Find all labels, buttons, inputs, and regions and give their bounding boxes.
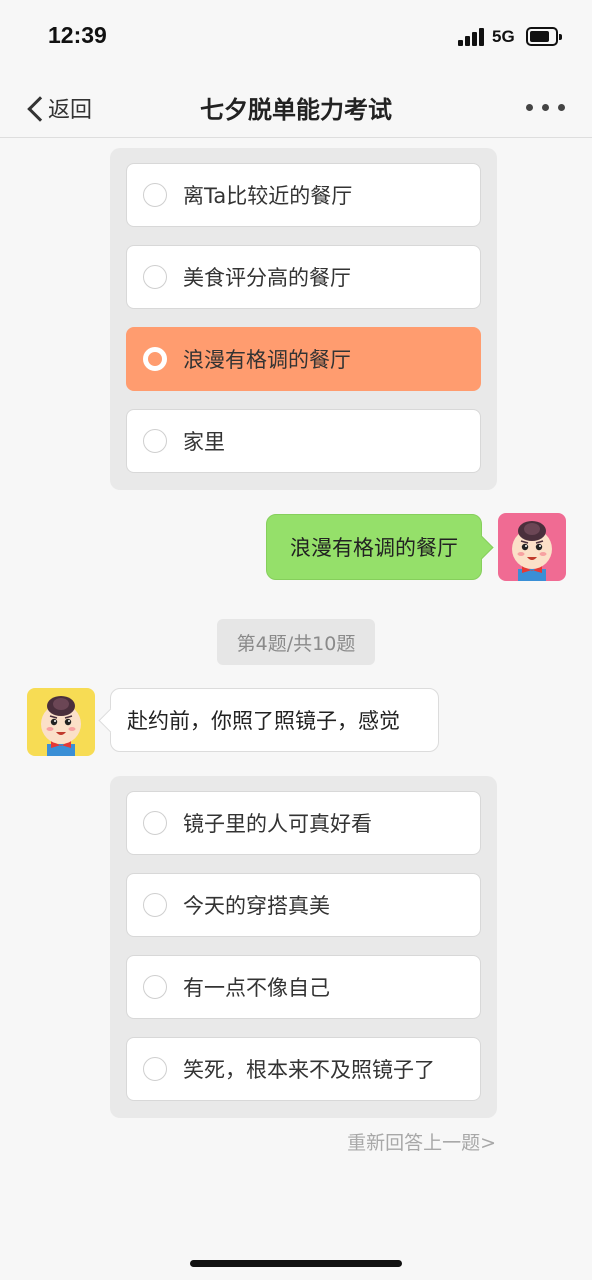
radio-icon — [143, 893, 167, 917]
radio-icon — [143, 183, 167, 207]
status-bar: 12:39 5G — [0, 0, 592, 78]
redo-previous-link[interactable]: 重新回答上一题> — [347, 1128, 496, 1155]
radio-icon — [143, 265, 167, 289]
option-q3-1[interactable]: 离Ta比较近的餐厅 — [126, 163, 481, 227]
radio-icon — [143, 1057, 167, 1081]
option-q4-1[interactable]: 镜子里的人可真好看 — [126, 791, 481, 855]
progress-indicator: 第4题/共10题 — [217, 619, 375, 665]
nav-bar: 返回 七夕脱单能力考试 — [0, 78, 592, 138]
radio-selected-icon — [143, 347, 167, 371]
radio-icon — [143, 429, 167, 453]
battery-icon — [526, 27, 562, 46]
option-label: 离Ta比较近的餐厅 — [183, 184, 353, 208]
option-q3-4[interactable]: 家里 — [126, 409, 481, 473]
page-title: 七夕脱单能力考试 — [200, 96, 392, 124]
option-q4-4[interactable]: 笑死，根本来不及照镜子了 — [126, 1037, 481, 1101]
option-q3-3-selected[interactable]: 浪漫有格调的餐厅 — [126, 327, 481, 391]
status-time: 12:39 — [48, 22, 107, 48]
option-q4-2[interactable]: 今天的穿搭真美 — [126, 873, 481, 937]
bot-avatar — [27, 688, 95, 756]
option-label: 有一点不像自己 — [183, 976, 330, 1000]
radio-icon — [143, 975, 167, 999]
progress-text: 第4题/共10题 — [236, 632, 356, 655]
question-text: 赴约前，你照了照镜子，感觉 — [127, 709, 400, 733]
option-label: 笑死，根本来不及照镜子了 — [183, 1058, 435, 1082]
radio-icon — [143, 811, 167, 835]
options-card-q4: 镜子里的人可真好看 今天的穿搭真美 有一点不像自己 笑死，根本来不及照镜子了 — [110, 776, 497, 1118]
question-bubble: 赴约前，你照了照镜子，感觉 — [110, 688, 439, 752]
network-label: 5G — [492, 27, 515, 46]
user-answer-text: 浪漫有格调的餐厅 — [290, 536, 458, 560]
option-label: 今天的穿搭真美 — [183, 894, 330, 918]
option-label: 家里 — [183, 430, 225, 454]
option-q4-3[interactable]: 有一点不像自己 — [126, 955, 481, 1019]
options-card-q3: 离Ta比较近的餐厅 美食评分高的餐厅 浪漫有格调的餐厅 家里 — [110, 148, 497, 490]
option-label: 浪漫有格调的餐厅 — [183, 348, 351, 372]
option-label: 镜子里的人可真好看 — [183, 812, 372, 836]
user-avatar — [498, 513, 566, 581]
option-label: 美食评分高的餐厅 — [183, 266, 351, 290]
signal-icon — [458, 28, 486, 46]
more-dots-icon[interactable] — [526, 104, 566, 114]
home-indicator — [190, 1260, 402, 1267]
user-answer-bubble: 浪漫有格调的餐厅 — [266, 514, 482, 580]
option-q3-2[interactable]: 美食评分高的餐厅 — [126, 245, 481, 309]
